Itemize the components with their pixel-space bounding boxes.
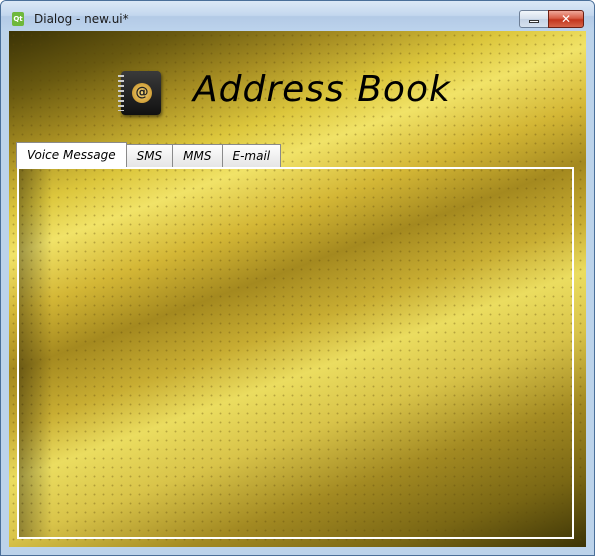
close-icon: ✕ (560, 12, 572, 26)
tab-email[interactable]: E-mail (222, 144, 282, 168)
title-bar[interactable]: Qt Dialog - new.ui* ✕ (1, 1, 594, 31)
window-title: Dialog - new.ui* (34, 12, 129, 26)
dialog-client-area: @ Address Book Voice Message SMS MMS E-m… (9, 31, 586, 547)
tab-bar: Voice Message SMS MMS E-mail (16, 142, 282, 168)
close-button[interactable]: ✕ (548, 10, 584, 28)
binder-rings (118, 75, 124, 111)
tab-sms[interactable]: SMS (126, 144, 174, 168)
minimize-button[interactable] (519, 10, 549, 28)
at-sign-icon: @ (132, 83, 152, 103)
page-title: Address Book (193, 69, 451, 110)
dialog-window: Qt Dialog - new.ui* ✕ @ Address Book Voi… (0, 0, 595, 556)
address-book-icon: @ (118, 71, 161, 115)
tab-content-panel (17, 167, 574, 539)
qt-app-icon: Qt (12, 12, 24, 26)
tab-voice-message[interactable]: Voice Message (16, 142, 127, 168)
panel-shade (19, 169, 572, 537)
tab-mms[interactable]: MMS (173, 144, 223, 168)
minimize-icon (529, 20, 539, 23)
